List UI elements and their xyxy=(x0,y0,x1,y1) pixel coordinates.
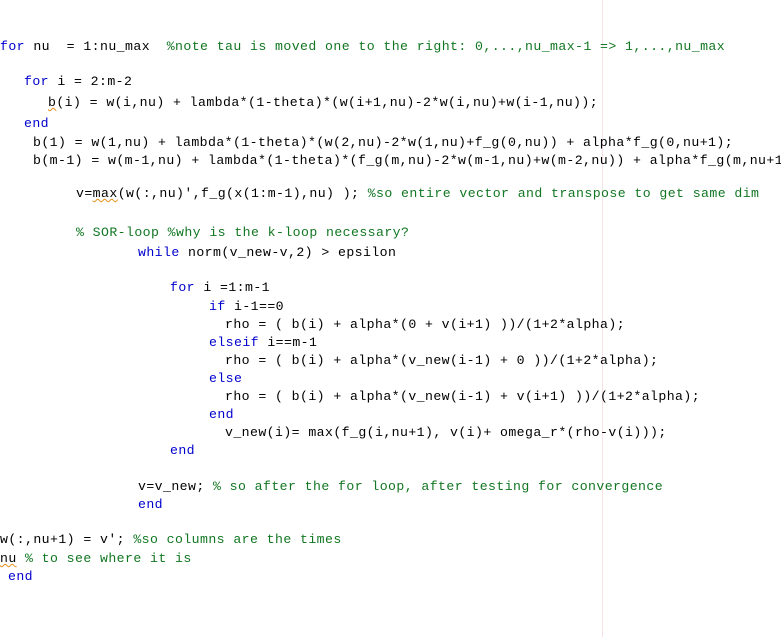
code-text: (i) = w(i,nu) + lambda*(1-theta)*(w(i+1,… xyxy=(56,95,599,110)
code-comment: %so entire vector and transpose to get s… xyxy=(367,186,760,201)
code-keyword: end xyxy=(170,443,196,458)
code-comment: % to see where it is xyxy=(25,551,192,566)
code-text: rho = ( b(i) + alpha*(0 + v(i+1) ))/(1+2… xyxy=(225,317,626,332)
code-line[interactable]: end xyxy=(0,498,163,512)
code-line[interactable]: b(1) = w(1,nu) + lambda*(1-theta)*(w(2,n… xyxy=(0,136,733,150)
code-line[interactable]: end xyxy=(0,117,49,131)
code-line[interactable]: end xyxy=(0,408,234,422)
code-text: nu = 1:nu_max xyxy=(25,39,167,54)
code-text: b(1) = w(1,nu) + lambda*(1-theta)*(w(2,n… xyxy=(33,135,734,150)
code-comment: %note tau is moved one to the right: 0,.… xyxy=(166,39,726,54)
code-line[interactable]: end xyxy=(0,444,195,458)
code-text: norm(v_new-v,2) > epsilon xyxy=(179,245,397,260)
code-keyword: else xyxy=(209,371,243,386)
code-keyword: for xyxy=(170,280,196,295)
code-keyword: for xyxy=(0,39,26,54)
code-keyword: end xyxy=(24,116,50,131)
code-line[interactable]: if i-1==0 xyxy=(0,300,284,314)
code-text: i = 2:m-2 xyxy=(49,74,133,89)
code-text: b(m-1) = w(m-1,nu) + lambda*(1-theta)*(f… xyxy=(33,153,781,168)
code-text: v=v_new; xyxy=(138,479,214,494)
code-line[interactable]: b(m-1) = w(m-1,nu) + lambda*(1-theta)*(f… xyxy=(0,154,781,168)
code-line[interactable]: rho = ( b(i) + alpha*(v_new(i-1) + v(i+1… xyxy=(0,390,700,404)
code-token-warning: nu xyxy=(0,551,17,566)
code-comment: %so columns are the times xyxy=(133,532,342,547)
code-text: v_new(i)= max(f_g(i,nu+1), v(i)+ omega_r… xyxy=(225,425,667,440)
code-keyword: elseif xyxy=(209,335,260,350)
code-text: rho = ( b(i) + alpha*(v_new(i-1) + 0 ))/… xyxy=(225,353,659,368)
code-text: v= xyxy=(76,186,93,201)
code-editor[interactable]: for nu = 1:nu_max %note tau is moved one… xyxy=(0,0,781,637)
code-line[interactable]: b(i) = w(i,nu) + lambda*(1-theta)*(w(i+1… xyxy=(0,96,598,110)
code-line[interactable]: v=v_new; % so after the for loop, after … xyxy=(0,480,663,494)
code-token-warning: max xyxy=(92,186,118,201)
code-line[interactable]: nu % to see where it is xyxy=(0,552,192,566)
code-token-warning: b xyxy=(48,95,57,110)
code-keyword: end xyxy=(138,497,164,512)
code-comment: % SOR-loop %why is the k-loop necessary? xyxy=(76,225,410,240)
code-line[interactable]: else xyxy=(0,372,242,386)
code-line[interactable]: for i =1:m-1 xyxy=(0,281,270,295)
code-keyword: for xyxy=(24,74,50,89)
code-line[interactable]: for nu = 1:nu_max %note tau is moved one… xyxy=(0,40,725,54)
code-text: i =1:m-1 xyxy=(195,280,271,295)
code-line[interactable]: elseif i==m-1 xyxy=(0,336,317,350)
code-keyword: if xyxy=(209,299,226,314)
code-text: i-1==0 xyxy=(225,299,285,314)
code-line[interactable]: while norm(v_new-v,2) > epsilon xyxy=(0,246,396,260)
code-line[interactable]: for i = 2:m-2 xyxy=(0,75,132,89)
code-text: rho = ( b(i) + alpha*(v_new(i-1) + v(i+1… xyxy=(225,389,701,404)
code-line[interactable]: rho = ( b(i) + alpha*(v_new(i-1) + 0 ))/… xyxy=(0,354,658,368)
code-text: i==m-1 xyxy=(259,335,318,350)
code-line[interactable]: v=max(w(:,nu)',f_g(x(1:m-1),nu) ); %so e… xyxy=(0,187,759,201)
code-text: w(:,nu+1) = v'; xyxy=(0,532,134,547)
code-line[interactable]: % SOR-loop %why is the k-loop necessary? xyxy=(0,226,409,240)
code-line[interactable]: v_new(i)= max(f_g(i,nu+1), v(i)+ omega_r… xyxy=(0,426,667,440)
code-keyword: end xyxy=(209,407,235,422)
code-keyword: while xyxy=(138,245,180,260)
code-keyword: end xyxy=(8,569,34,584)
code-line[interactable]: end xyxy=(0,570,33,584)
code-line[interactable]: rho = ( b(i) + alpha*(0 + v(i+1) ))/(1+2… xyxy=(0,318,625,332)
code-comment: % so after the for loop, after testing f… xyxy=(213,479,664,494)
code-line[interactable]: w(:,nu+1) = v'; %so columns are the time… xyxy=(0,533,342,547)
code-text: (w(:,nu)',f_g(x(1:m-1),nu) ); xyxy=(117,186,368,201)
